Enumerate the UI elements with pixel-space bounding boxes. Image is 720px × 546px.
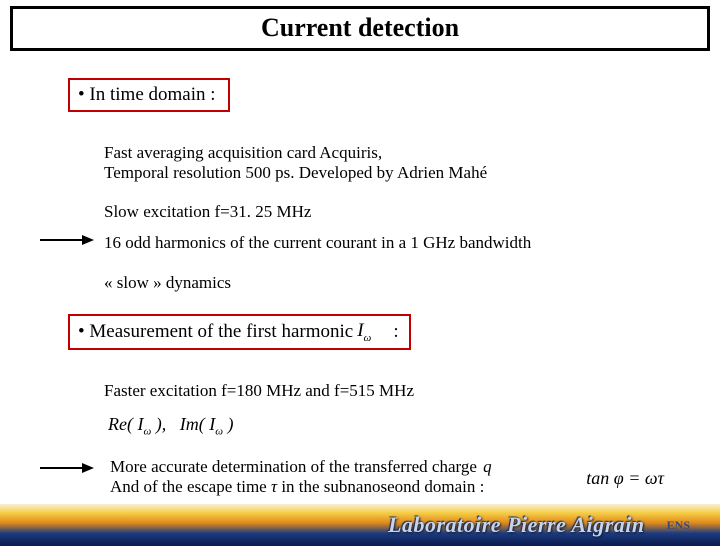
line-harmonics: 16 odd harmonics of the current courant … <box>104 232 531 253</box>
bullet2-prefix: • Measurement of the first harmonic <box>78 321 353 343</box>
bullet-first-harmonic: • Measurement of the first harmonic Iω : <box>68 314 411 350</box>
tan-phi-equation: tan φ = ωτ <box>586 468 664 489</box>
line-temporal-resolution: Temporal resolution 500 ps. Developed by… <box>104 162 487 183</box>
line-slow-dynamics: « slow » dynamics <box>104 272 231 293</box>
bullet-time-domain: • In time domain : <box>68 78 230 112</box>
line-slow-excitation: Slow excitation f=31. 25 MHz <box>104 201 311 222</box>
line-acquiris: Fast averaging acquisition card Acquiris… <box>104 142 382 163</box>
i-omega-symbol: Iω <box>357 320 371 344</box>
lab-name: Laboratoire Pierre Aigrain <box>388 512 645 538</box>
l7-text: More accurate determination of the trans… <box>110 457 477 476</box>
arrow-icon <box>40 462 96 474</box>
l8a-text: And of the escape time <box>110 477 271 496</box>
l8b-text: in the subnanoseond domain : <box>281 477 484 496</box>
arrow-icon <box>40 234 96 246</box>
line-faster-excitation: Faster excitation f=180 MHz and f=515 MH… <box>104 380 414 401</box>
line-escape-time: And of the escape time τ in the subnanos… <box>110 476 484 497</box>
q-symbol: q <box>483 457 492 476</box>
slide-title: Current detection <box>10 6 710 51</box>
tau-symbol: τ <box>271 477 277 496</box>
re-im-expression: Re( Iω ), Im( Iω ) <box>108 414 234 438</box>
ens-badge: ENS <box>667 518 690 533</box>
line-accurate-charge: More accurate determination of the trans… <box>110 456 492 477</box>
bullet2-suffix: : <box>393 321 398 343</box>
